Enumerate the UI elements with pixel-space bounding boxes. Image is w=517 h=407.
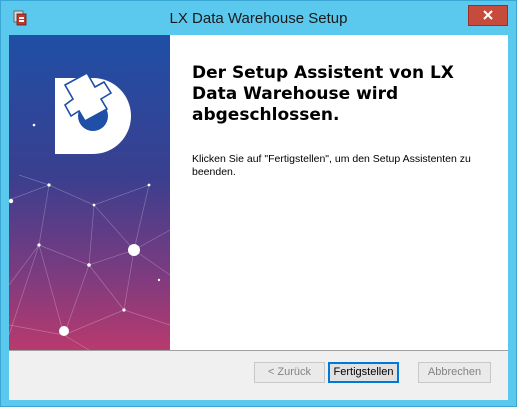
- window-title: LX Data Warehouse Setup: [169, 10, 348, 27]
- finish-button[interactable]: Fertigstellen: [328, 362, 399, 383]
- page-title: Der Setup Assistent von LX Data Warehous…: [192, 63, 454, 125]
- back-button[interactable]: < Zurück: [254, 362, 325, 383]
- title-bar[interactable]: LX Data Warehouse Setup: [1, 1, 516, 35]
- wizard-client-area: Der Setup Assistent von LX Data Warehous…: [9, 35, 508, 400]
- setup-window: LX Data Warehouse Setup Der Setup Assist…: [0, 0, 517, 407]
- close-icon: [483, 7, 493, 25]
- button-divider: [9, 350, 508, 351]
- wizard-banner: [9, 35, 170, 350]
- page-description: Klicken Sie auf "Fertigstellen", um den …: [192, 153, 471, 178]
- close-button[interactable]: [468, 5, 508, 26]
- wizard-content: Der Setup Assistent von LX Data Warehous…: [170, 35, 508, 350]
- cancel-button[interactable]: Abbrechen: [418, 362, 491, 383]
